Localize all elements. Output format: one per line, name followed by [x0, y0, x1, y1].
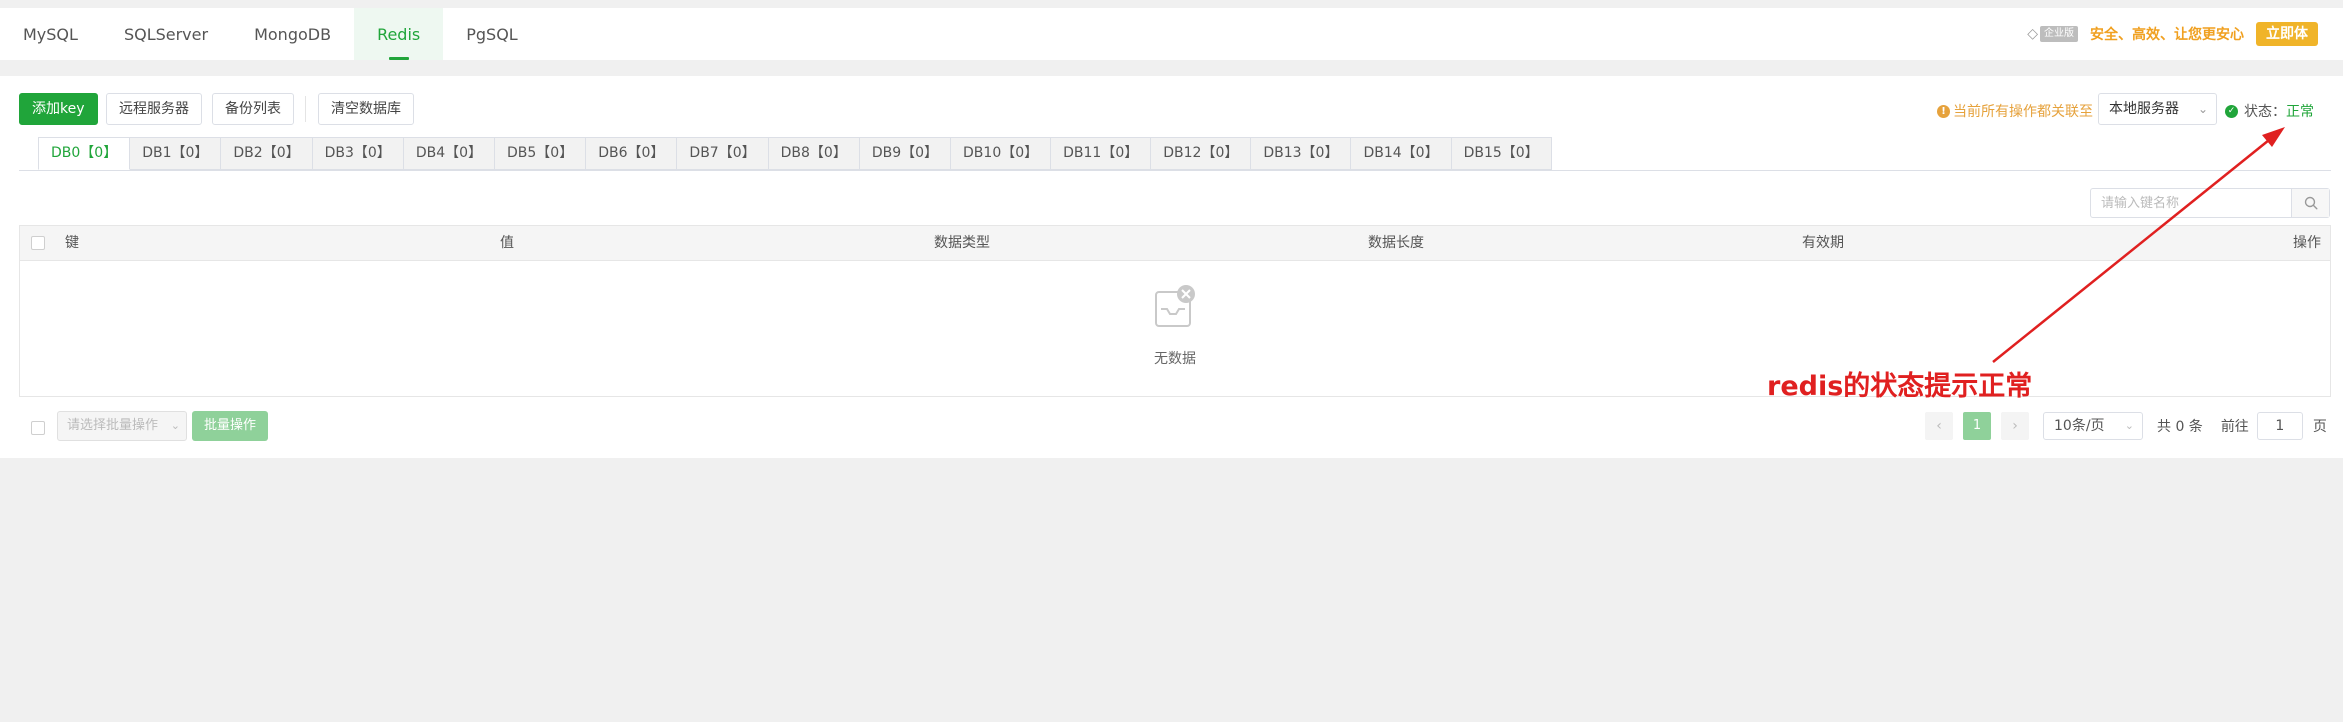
- page-size-select[interactable]: 10条/页 ⌄: [2043, 412, 2143, 440]
- db-tab[interactable]: DB9【0】: [859, 137, 952, 170]
- search-button[interactable]: [2291, 189, 2329, 217]
- database-type-nav: MySQL SQLServer MongoDB Redis PgSQL ◇ 企业…: [0, 8, 2343, 60]
- db-tab[interactable]: DB13【0】: [1251, 137, 1352, 170]
- db-tab[interactable]: DB10【0】: [951, 137, 1052, 170]
- enterprise-tag: 企业版: [2040, 26, 2078, 42]
- db-tab[interactable]: DB5【0】: [495, 137, 587, 170]
- pagination: ‹ 1 › 10条/页 ⌄ 共 0 条 前往 1 页: [1925, 412, 2327, 440]
- server-select[interactable]: 本地服务器 ⌄: [2098, 93, 2217, 125]
- tab-mysql[interactable]: MySQL: [0, 8, 101, 60]
- column-ttl: 有效期: [1802, 235, 1844, 251]
- backup-list-button[interactable]: 备份列表: [212, 93, 294, 125]
- bulk-operation-select[interactable]: 请选择批量操作 ⌄: [57, 411, 187, 441]
- total-count: 共 0 条: [2157, 419, 2203, 435]
- server-select-value: 本地服务器: [2109, 101, 2179, 117]
- tab-mongodb[interactable]: MongoDB: [231, 8, 354, 60]
- tab-redis[interactable]: Redis: [354, 8, 444, 60]
- db-tab[interactable]: DB2【0】: [221, 137, 313, 170]
- redis-status: ✓ 状态： 正常: [2225, 101, 2314, 121]
- tab-pgsql[interactable]: PgSQL: [443, 8, 540, 60]
- db-tab[interactable]: DB6【0】: [586, 137, 678, 170]
- tab-sqlserver[interactable]: SQLServer: [101, 8, 231, 60]
- clear-database-button[interactable]: 清空数据库: [318, 93, 414, 125]
- page-size-value: 10条/页: [2054, 418, 2105, 434]
- bulk-select-checkbox[interactable]: [31, 421, 45, 439]
- info-icon: !: [1937, 104, 1950, 118]
- db-tab[interactable]: DB14【0】: [1351, 137, 1452, 170]
- search-icon: [2304, 196, 2318, 210]
- select-all-checkbox[interactable]: [31, 236, 45, 253]
- enterprise-promo: ◇ 企业版 安全、高效、让您更安心 立即体: [2027, 22, 2318, 46]
- db-tab[interactable]: DB11【0】: [1051, 137, 1152, 170]
- goto-label: 前往: [2220, 419, 2249, 435]
- promo-slogan: 安全、高效、让您更安心: [2090, 27, 2244, 43]
- db-tab[interactable]: DB3【0】: [312, 137, 404, 170]
- goto-page-input[interactable]: 1: [2256, 412, 2303, 440]
- db-tabs: DB0【0】 DB1【0】 DB2【0】 DB3【0】 DB4【0】 DB5【0…: [38, 137, 1552, 171]
- column-value: 值: [500, 235, 514, 251]
- column-length: 数据长度: [1368, 235, 1424, 251]
- column-type: 数据类型: [934, 235, 990, 251]
- enterprise-badge: ◇ 企业版: [2027, 25, 2078, 43]
- annotation-text: redis的状态提示正常: [1767, 371, 2033, 402]
- next-page-icon[interactable]: ›: [2001, 412, 2029, 440]
- goto-unit: 页: [2312, 419, 2327, 435]
- table-header: 键 值 数据类型 数据长度 有效期 操作: [20, 226, 2330, 261]
- db-tab[interactable]: DB15【0】: [1451, 137, 1552, 170]
- db-tab[interactable]: DB1【0】: [130, 137, 222, 170]
- db-tab[interactable]: DB0【0】: [38, 137, 131, 170]
- status-value: 正常: [2286, 104, 2314, 120]
- bulk-operation-button[interactable]: 批量操作: [192, 411, 269, 441]
- chevron-down-icon: ⌄: [2197, 102, 2208, 116]
- status-label: 状态：: [2244, 104, 2286, 120]
- check-circle-icon: ✓: [2225, 104, 2238, 118]
- try-now-button[interactable]: 立即体: [2256, 22, 2318, 46]
- operation-notice: ! 当前所有操作都关联至: [1937, 101, 2093, 121]
- db-tab[interactable]: DB12【0】: [1151, 137, 1252, 170]
- bulk-select-placeholder: 请选择批量操作: [67, 418, 159, 433]
- chevron-down-icon: ⌄: [2124, 419, 2134, 432]
- add-key-button[interactable]: 添加key: [19, 93, 98, 125]
- prev-page-icon[interactable]: ‹: [1925, 412, 1953, 440]
- column-key: 键: [65, 235, 79, 251]
- diamond-icon: ◇: [2027, 26, 2038, 42]
- chevron-down-icon: ⌄: [170, 419, 180, 432]
- empty-box-icon: [1155, 285, 1195, 327]
- db-tab[interactable]: DB8【0】: [768, 137, 860, 170]
- remote-server-button[interactable]: 远程服务器: [106, 93, 202, 125]
- key-search: [2090, 188, 2330, 218]
- notice-text: 当前所有操作都关联至: [1953, 104, 2093, 120]
- page-number[interactable]: 1: [1963, 412, 1991, 440]
- search-input[interactable]: [2091, 189, 2291, 217]
- column-operations: 操作: [2293, 235, 2321, 251]
- db-tab[interactable]: DB4【0】: [403, 137, 496, 170]
- db-tab[interactable]: DB7【0】: [677, 137, 769, 170]
- toolbar-divider: [305, 96, 306, 122]
